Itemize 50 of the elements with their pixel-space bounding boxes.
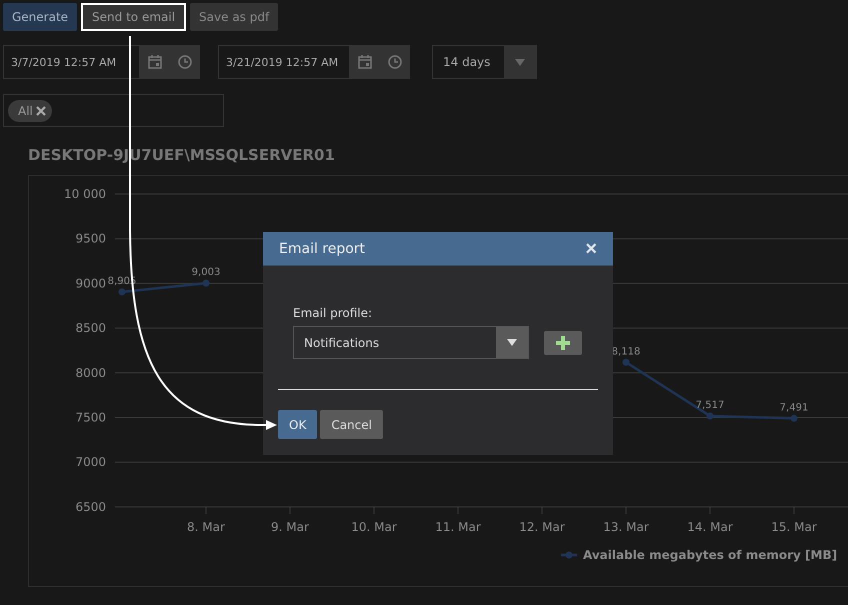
x-axis-label: 14. Mar xyxy=(687,520,733,534)
y-axis-label: 9000 xyxy=(75,276,106,290)
calendar-icon[interactable] xyxy=(147,54,163,70)
period-dropdown[interactable]: 14 days xyxy=(432,45,537,79)
cancel-button[interactable]: Cancel xyxy=(320,410,383,439)
ok-button[interactable]: OK xyxy=(278,410,318,439)
filter-chip[interactable]: All xyxy=(8,100,52,122)
legend-marker-icon[interactable] xyxy=(561,552,577,558)
y-axis-label: 8500 xyxy=(75,321,106,336)
profile-dropdown[interactable]: Notifications xyxy=(293,326,529,359)
data-point xyxy=(622,358,630,366)
y-axis-label: 9500 xyxy=(75,232,106,246)
calendar-icon[interactable] xyxy=(357,54,373,70)
data-point xyxy=(706,412,714,420)
x-axis-label: 10. Mar xyxy=(351,520,397,534)
y-axis-label: 8000 xyxy=(75,366,106,380)
close-button[interactable]: × xyxy=(581,238,601,258)
date-time-field[interactable]: 3/21/2019 12:57 AM xyxy=(218,45,410,79)
clock-icon[interactable] xyxy=(387,54,403,70)
x-axis-label: 15. Mar xyxy=(771,520,817,534)
add-button[interactable] xyxy=(544,330,582,354)
x-axis-label: 11. Mar xyxy=(435,520,481,534)
data-label: 9,003 xyxy=(192,267,220,278)
date-time-field[interactable]: 3/7/2019 12:57 AM xyxy=(3,45,200,79)
caret-icon xyxy=(515,58,525,66)
data-label: 7,491 xyxy=(780,402,808,414)
plus-icon xyxy=(556,336,570,350)
data-point xyxy=(118,288,126,296)
y-axis-label: 7500 xyxy=(75,410,106,424)
x-axis-label: 12. Mar xyxy=(519,520,565,534)
data-label: 7,517 xyxy=(696,400,724,411)
y-axis-label: 6500 xyxy=(75,500,106,514)
data-point xyxy=(202,280,210,287)
x-axis-label: 13. Mar xyxy=(603,520,649,534)
generate-button[interactable]: Generate xyxy=(3,3,78,31)
y-axis-label: 7000 xyxy=(75,455,106,470)
clock-icon[interactable] xyxy=(177,54,193,70)
y-axis-label: 10 000 xyxy=(64,187,106,201)
tag-field[interactable]: All xyxy=(3,94,224,127)
x-axis-label: 9. Mar xyxy=(271,520,309,534)
dialog-title: Email report xyxy=(279,240,366,256)
field-label: Email profile: xyxy=(293,306,374,320)
toolbar-button[interactable]: Send to email xyxy=(81,3,186,31)
legend-label[interactable]: Available megabytes of memory [MB] xyxy=(583,548,838,562)
remove-icon[interactable] xyxy=(36,106,46,116)
toolbar-button[interactable]: Save as pdf xyxy=(190,3,278,31)
x-axis-label: 8. Mar xyxy=(187,520,225,534)
data-label: 8,118 xyxy=(612,346,640,358)
caret-icon xyxy=(507,339,517,346)
data-point xyxy=(790,414,798,422)
